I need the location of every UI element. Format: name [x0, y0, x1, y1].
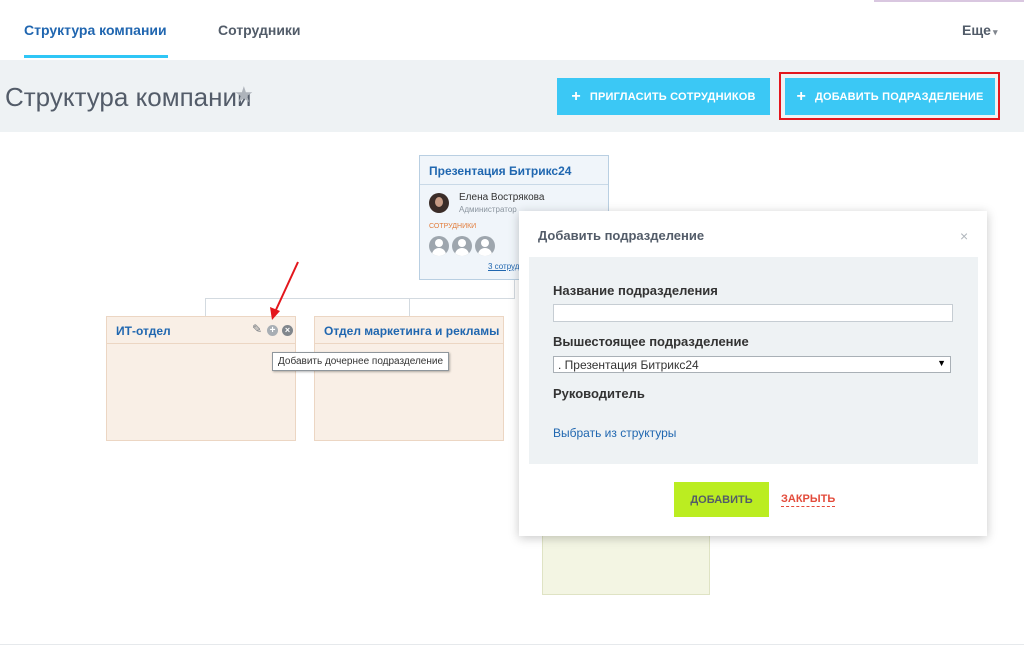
root-department-title[interactable]: Презентация Битрикс24 [429, 164, 599, 178]
star-icon[interactable]: ★ [234, 82, 254, 108]
add-child-tooltip: Добавить дочернее подразделение [272, 352, 450, 371]
parent-department-value: . Презентация Битрикс24 [558, 358, 699, 372]
close-icon[interactable]: × [282, 325, 293, 336]
department-name-input[interactable] [553, 304, 953, 322]
head-label: Руководитель [553, 386, 645, 401]
user-icon[interactable] [475, 236, 495, 256]
pick-from-structure-link[interactable]: Выбрать из структуры [553, 426, 676, 440]
head-name[interactable]: Елена Вострякова [459, 192, 544, 203]
plus-icon: + [571, 87, 581, 105]
pencil-icon[interactable]: ✎ [252, 322, 264, 336]
bottom-divider [0, 644, 1024, 645]
add-child-icon[interactable]: + [267, 325, 278, 336]
tab-company-structure[interactable]: Структура компании [24, 22, 167, 38]
add-department-label: ДОБАВИТЬ ПОДРАЗДЕЛЕНИЕ [815, 90, 984, 103]
user-icon[interactable] [452, 236, 472, 256]
invite-employees-label: ПРИГЛАСИТЬ СОТРУДНИКОВ [589, 90, 756, 103]
department-title[interactable]: ИТ-отдел [116, 324, 171, 338]
active-tab-underline [24, 55, 168, 58]
page-header: Структура компании ★ + ПРИГЛАСИТЬ СОТРУД… [0, 60, 1024, 132]
top-accent-line [874, 0, 1024, 2]
chevron-down-icon: ▾ [992, 27, 998, 37]
connector-line [205, 298, 515, 299]
root-department-header: Презентация Битрикс24 [420, 156, 608, 185]
staff-label: СОТРУДНИКИ [429, 223, 477, 230]
parent-department-select[interactable]: . Презентация Битрикс24 ▼ [553, 356, 951, 373]
department-header: Отдел маркетинга и рекламы [315, 317, 503, 344]
connector-line [409, 298, 410, 316]
name-label: Название подразделения [553, 283, 718, 298]
page-title: Структура компании [5, 82, 252, 112]
avatar[interactable] [429, 193, 449, 213]
close-icon[interactable]: × [960, 228, 968, 244]
close-button[interactable]: ЗАКРЫТЬ [781, 493, 836, 507]
parent-label: Вышестоящее подразделение [553, 334, 749, 349]
add-button[interactable]: ДОБАВИТЬ [674, 482, 769, 517]
top-navigation: Структура компании Сотрудники Еще ▾ [0, 0, 1024, 60]
tab-more-label: Еще [962, 22, 991, 38]
connector-line [205, 298, 206, 316]
dialog-title: Добавить подразделение [538, 228, 705, 243]
tab-more[interactable]: Еще ▾ [962, 22, 997, 38]
head-role: Администратор [459, 205, 517, 214]
connector-line [514, 280, 515, 298]
invite-employees-button[interactable]: + ПРИГЛАСИТЬ СОТРУДНИКОВ [557, 78, 770, 115]
staff-count-link[interactable]: 3 сотруд [488, 262, 519, 271]
user-icon[interactable] [429, 236, 449, 256]
plus-icon: + [796, 87, 806, 105]
department-title[interactable]: Отдел маркетинга и рекламы [324, 324, 499, 338]
dialog-form: Название подразделения Вышестоящее подра… [529, 257, 978, 464]
dropdown-arrow-icon: ▼ [937, 358, 946, 368]
add-department-dialog: Добавить подразделение × Название подраз… [519, 211, 987, 536]
department-card-marketing: Отдел маркетинга и рекламы [314, 316, 504, 441]
department-card-it: ИТ-отдел [106, 316, 296, 441]
add-department-button[interactable]: + ДОБАВИТЬ ПОДРАЗДЕЛЕНИЕ [785, 78, 995, 115]
tab-employees[interactable]: Сотрудники [218, 22, 301, 38]
